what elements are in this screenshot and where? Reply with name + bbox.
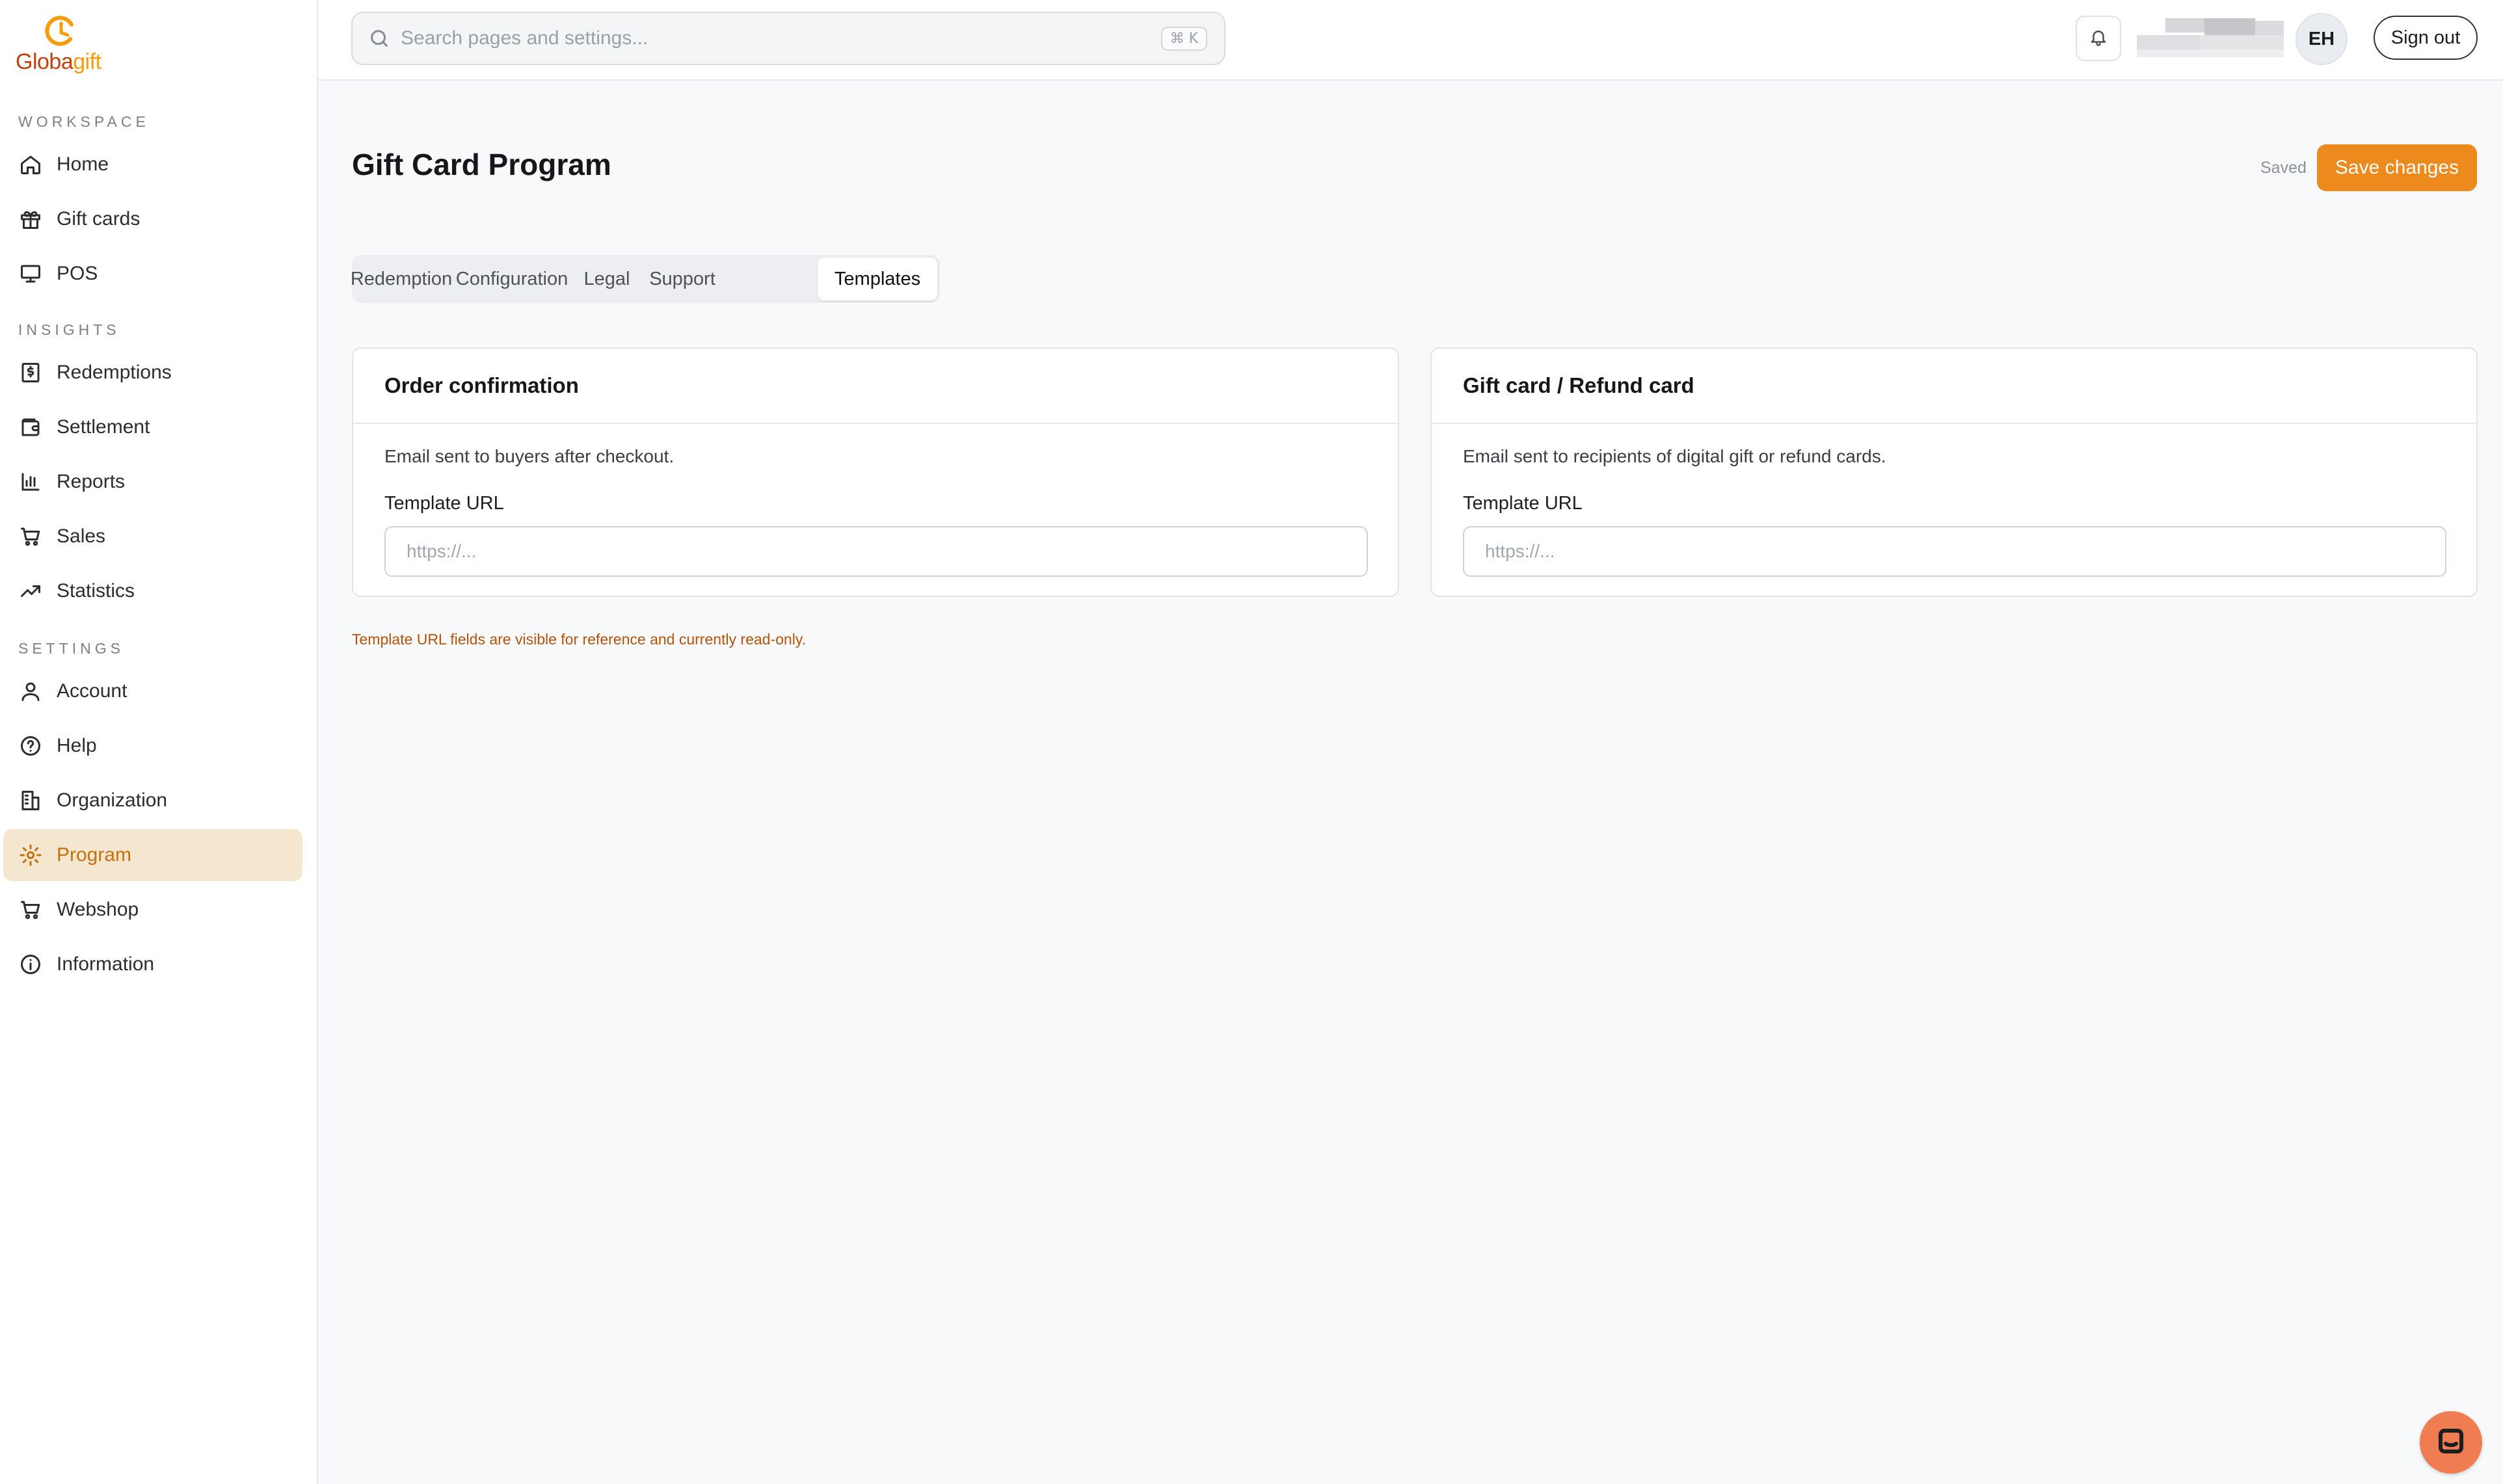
sidebar-item-label: Reports [57,471,126,492]
card-description: Email sent to buyers after checkout. [384,446,675,466]
sidebar: Globagift WORKSPACE Home Gift cards POS … [0,0,318,1484]
brand-logo[interactable]: Globagift [16,12,133,77]
sidebar-item-help[interactable]: Help [3,720,302,772]
search-icon [368,27,390,49]
sidebar-item-gift-cards[interactable]: Gift cards [3,193,302,245]
tab-redemption[interactable]: Redemption [351,258,452,300]
user-icon [18,678,44,704]
gear-icon [18,842,44,868]
logo-wordmark: Globagift [16,49,101,74]
sidebar-item-home[interactable]: Home [3,139,302,191]
sidebar-item-pos[interactable]: POS [3,248,302,300]
search-shortcut-hint: ⌘ K [1160,26,1207,51]
sidebar-item-label: Settlement [57,416,150,438]
sidebar-item-label: POS [57,263,98,284]
template-url-label: Template URL [1463,493,1583,514]
bar-chart-icon [18,469,44,495]
sign-out-button[interactable]: Sign out [2374,16,2478,60]
tab-support[interactable]: Support [639,258,725,300]
wallet-icon [18,414,44,440]
building-icon [18,788,44,814]
home-icon [18,152,44,178]
section-label-insights: INSIGHTS [18,321,120,338]
sidebar-item-label: Webshop [57,899,139,920]
sidebar-item-label: Statistics [57,580,135,602]
sidebar-item-sales[interactable]: Sales [3,510,302,563]
section-label-settings: SETTINGS [18,640,125,657]
tab-templates[interactable]: Templates [818,258,937,300]
tab-configuration[interactable]: Configuration [449,258,574,300]
read-only-note: Template URL fields are visible for refe… [352,631,806,648]
sidebar-item-program[interactable]: Program [3,829,302,881]
sidebar-item-reports[interactable]: Reports [3,456,302,508]
app-root: Globagift WORKSPACE Home Gift cards POS … [0,0,2503,1484]
program-tabs: Redemption Configuration Legal Support T… [351,255,940,303]
tab-legal[interactable]: Legal [576,258,638,300]
top-header: ⌘ K EH Sign out [318,0,2503,81]
sidebar-item-label: Program [57,844,132,866]
card-title: Order confirmation [353,349,1398,424]
cart-icon [18,897,44,923]
sidebar-item-settlement[interactable]: Settlement [3,401,302,453]
order-confirmation-template-url-input[interactable] [384,526,1368,577]
sidebar-item-label: Help [57,735,97,756]
sidebar-item-label: Sales [57,525,106,547]
template-url-label: Template URL [384,493,504,514]
gift-icon [18,206,44,232]
gift-card-template-url-input[interactable] [1463,526,2446,577]
sidebar-item-account[interactable]: Account [3,665,302,717]
logo-mark-icon [45,16,74,46]
sidebar-item-label: Redemptions [57,362,172,383]
info-icon [18,951,44,977]
cart-icon [18,523,44,550]
search-bar[interactable]: ⌘ K [351,12,1225,65]
order-confirmation-card: Order confirmation Email sent to buyers … [352,347,1399,597]
page-title: Gift Card Program [352,148,611,181]
bell-icon [2089,27,2108,50]
chat-icon [2435,1425,2467,1460]
monitor-icon [18,261,44,287]
sidebar-item-redemptions[interactable]: Redemptions [3,347,302,399]
sidebar-item-statistics[interactable]: Statistics [3,565,302,617]
sidebar-item-webshop[interactable]: Webshop [3,884,302,936]
sidebar-item-information[interactable]: Information [3,938,302,990]
section-label-workspace: WORKSPACE [18,113,150,130]
sidebar-item-label: Home [57,153,109,175]
sidebar-item-label: Organization [57,789,168,811]
receipt-icon [18,360,44,386]
sidebar-item-label: Gift cards [57,208,141,230]
chat-launcher-button[interactable] [2420,1411,2482,1474]
gift-refund-card: Gift card / Refund card Email sent to re… [1430,347,2478,597]
user-avatar[interactable]: EH [2296,13,2348,65]
card-title: Gift card / Refund card [1432,349,2476,424]
save-status: Saved [2260,159,2307,177]
sidebar-item-organization[interactable]: Organization [3,775,302,827]
redacted-user-name [2137,16,2285,59]
help-circle-icon [18,733,44,759]
sidebar-item-label: Information [57,953,155,975]
sidebar-item-label: Account [57,680,127,702]
card-description: Email sent to recipients of digital gift… [1463,446,1886,466]
trending-up-icon [18,578,44,604]
save-changes-button[interactable]: Save changes [2317,144,2477,191]
search-input[interactable] [399,27,1161,50]
notifications-button[interactable] [2076,16,2121,61]
